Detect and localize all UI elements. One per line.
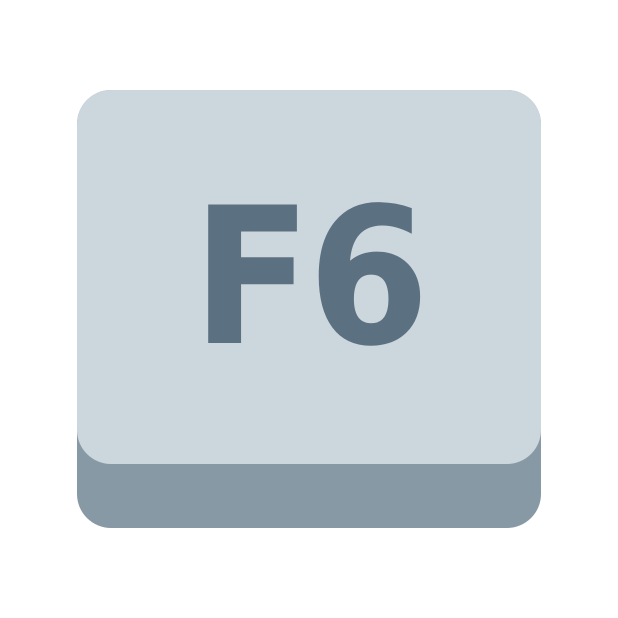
key-face: F6 xyxy=(77,90,541,464)
key-label: F6 xyxy=(192,167,429,388)
f6-key[interactable]: F6 xyxy=(77,90,541,528)
canvas: F6 xyxy=(0,0,618,618)
